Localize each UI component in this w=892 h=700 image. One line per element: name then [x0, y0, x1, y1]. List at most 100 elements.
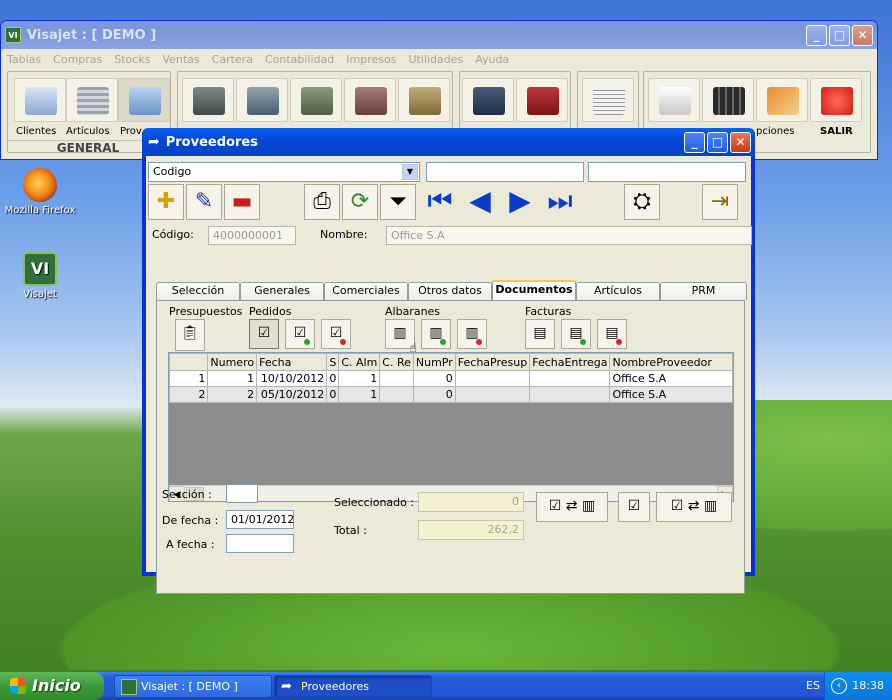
folder-button-1[interactable]: [182, 78, 234, 122]
pedidos-new-button[interactable]: ☑: [285, 319, 315, 349]
briefcase-button-1[interactable]: [462, 78, 514, 122]
articulos-button[interactable]: [66, 78, 118, 122]
menu-compras[interactable]: Compras: [53, 53, 102, 66]
column-header[interactable]: S: [326, 353, 340, 371]
notes-button[interactable]: [648, 78, 700, 122]
facturas-new-button[interactable]: ▤: [561, 319, 591, 349]
taskbar-item-visajet[interactable]: Visajet : [ DEMO ]: [114, 675, 272, 698]
desktop-icon-firefox[interactable]: Mozilla Firefox: [0, 168, 80, 216]
menu-impresos[interactable]: Impresos: [346, 53, 396, 66]
new-document-button[interactable]: ☑: [618, 492, 650, 522]
de-fecha-input[interactable]: 01/01/2012: [226, 510, 294, 529]
next-record-button[interactable]: ▶: [502, 184, 538, 220]
tab-otros-datos[interactable]: Otros datos: [408, 282, 492, 300]
facturas-delete-button[interactable]: ▤: [597, 319, 627, 349]
column-header[interactable]: NumPr: [412, 353, 456, 371]
albaranes-new-button[interactable]: ▥: [421, 319, 451, 349]
close-button[interactable]: ✕: [730, 131, 751, 153]
menu-contabilidad[interactable]: Contabilidad: [265, 53, 334, 66]
tab-generales[interactable]: Generales: [240, 282, 324, 300]
language-indicator[interactable]: ES: [806, 672, 820, 700]
documents-table[interactable]: Numero Fecha S C. Alm C. Re NumPr FechaP…: [168, 352, 734, 502]
table-row[interactable]: 1 1 10/10/2012 0 1 0 Office S.A: [169, 370, 733, 387]
menu-ventas[interactable]: Ventas: [162, 53, 199, 66]
presupuestos-button[interactable]: 📋︎: [175, 319, 205, 351]
close-button[interactable]: ✕: [852, 24, 873, 46]
salir-button[interactable]: [810, 78, 862, 122]
first-record-button[interactable]: ⏮: [422, 184, 458, 220]
new-record-button[interactable]: ✚: [148, 184, 184, 220]
binoculars-icon: ⛭: [633, 189, 651, 214]
folder-button-4[interactable]: [344, 78, 396, 122]
filter-button[interactable]: ⏷: [380, 184, 416, 220]
clientes-button[interactable]: [14, 78, 66, 122]
menu-cartera[interactable]: Cartera: [212, 53, 253, 66]
refresh-button[interactable]: ⟳: [342, 184, 378, 220]
taskbar-item-proveedores[interactable]: ➦ Proveedores: [274, 675, 432, 698]
column-header[interactable]: FechaEntrega: [529, 353, 611, 371]
menu-stocks[interactable]: Stocks: [114, 53, 150, 66]
desktop-icon-visajet[interactable]: VI Visajet: [0, 252, 80, 300]
folder-button-3[interactable]: [290, 78, 342, 122]
fechaentrega-cell: [529, 386, 611, 403]
s-cell: 0: [326, 386, 340, 403]
tab-prm[interactable]: PRM: [660, 282, 747, 300]
facturas-view-button[interactable]: ▤: [525, 319, 555, 349]
proveedores-button[interactable]: [118, 78, 170, 122]
seccion-input[interactable]: [226, 484, 258, 503]
chevron-down-icon[interactable]: ▼: [402, 164, 418, 180]
minimize-button[interactable]: _: [806, 24, 827, 46]
folder-button-2[interactable]: [236, 78, 288, 122]
column-header[interactable]: C. Re: [379, 353, 414, 371]
menu-tablas[interactable]: Tablas: [7, 53, 41, 66]
opciones-button[interactable]: [756, 78, 808, 122]
printer-icon: ⎙: [313, 189, 331, 214]
maximize-button[interactable]: □: [707, 131, 728, 153]
albaranes-delete-button[interactable]: ▥: [457, 319, 487, 349]
column-header[interactable]: C. Alm: [338, 353, 381, 371]
column-header[interactable]: NombreProveedor: [609, 353, 733, 371]
print-button[interactable]: ⎙: [304, 184, 340, 220]
codigo-field[interactable]: 4000000001: [208, 226, 296, 245]
search-input-1[interactable]: [426, 162, 584, 182]
search-button[interactable]: ⛭: [624, 184, 660, 220]
menu-ayuda[interactable]: Ayuda: [475, 53, 509, 66]
edit-record-button[interactable]: ✎: [186, 184, 222, 220]
folder-button-5[interactable]: [398, 78, 450, 122]
column-header[interactable]: [169, 353, 209, 371]
tab-comerciales[interactable]: Comerciales: [324, 282, 408, 300]
tab-documentos[interactable]: Documentos: [492, 280, 576, 301]
search-input-2[interactable]: [588, 162, 746, 182]
previous-record-button[interactable]: ◀: [462, 184, 498, 220]
pedidos-view-button[interactable]: ☑: [249, 319, 279, 349]
column-header[interactable]: Fecha: [256, 353, 328, 371]
transfer-all-button[interactable]: ☑ ⇄ ▥: [656, 492, 732, 522]
search-field-combo[interactable]: Codigo ▼: [148, 162, 420, 182]
column-header[interactable]: Numero: [207, 353, 258, 371]
tab-seleccion[interactable]: Selección: [156, 282, 240, 300]
a-fecha-input[interactable]: [226, 534, 294, 553]
receipt-button[interactable]: [582, 78, 634, 122]
calculator-button[interactable]: [702, 78, 754, 122]
column-header[interactable]: FechaPresup: [454, 353, 531, 371]
pedidos-delete-button[interactable]: ☑: [321, 319, 351, 349]
briefcase-button-2[interactable]: [516, 78, 568, 122]
salir-label: SALIR: [820, 126, 853, 137]
numero-cell: 2: [207, 386, 258, 403]
delete-record-button[interactable]: ▬: [224, 184, 260, 220]
table-row[interactable]: 2 2 05/10/2012 0 1 0 Office S.A: [169, 386, 733, 403]
last-icon: ⏭: [547, 184, 573, 217]
tab-articulos[interactable]: Artículos: [576, 282, 660, 300]
maximize-button[interactable]: □: [829, 24, 850, 46]
transfer-selected-button[interactable]: ☑ ⇄ ▥: [536, 492, 608, 522]
last-record-button[interactable]: ⏭: [542, 184, 578, 220]
nombre-field[interactable]: Office S.A: [386, 226, 752, 245]
menu-utilidades[interactable]: Utilidades: [408, 53, 463, 66]
facturas-label: Facturas: [525, 305, 572, 318]
start-button[interactable]: Inicio: [0, 672, 104, 700]
nombreproveedor-cell: Office S.A: [609, 386, 733, 403]
exit-button[interactable]: ⇥: [702, 184, 738, 220]
people-icon: [25, 87, 57, 115]
tray-expand-icon[interactable]: ‹: [831, 678, 847, 694]
minimize-button[interactable]: _: [684, 131, 705, 153]
